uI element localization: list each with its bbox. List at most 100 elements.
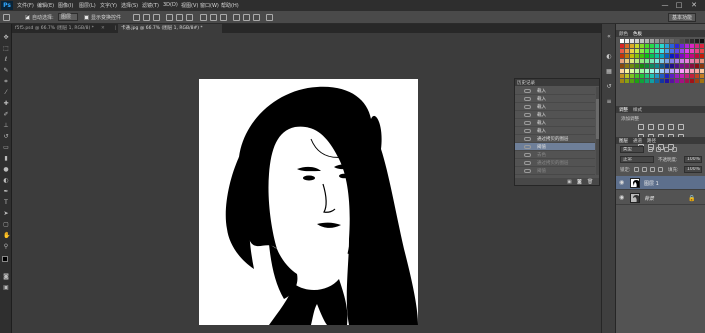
path-select-tool-icon[interactable]: ➤ bbox=[3, 211, 9, 217]
color-swatch[interactable] bbox=[670, 59, 674, 63]
move-tool-icon[interactable] bbox=[3, 14, 10, 21]
eye-icon[interactable]: ◉ bbox=[619, 195, 625, 201]
color-swatch[interactable] bbox=[665, 74, 669, 78]
close-icon[interactable]: ✕ bbox=[689, 1, 699, 9]
color-swatch[interactable] bbox=[655, 54, 659, 58]
color-swatch[interactable] bbox=[620, 79, 624, 83]
eraser-tool-icon[interactable]: ▭ bbox=[3, 145, 9, 151]
color-swatch[interactable] bbox=[690, 39, 694, 43]
history-item[interactable]: 载入 bbox=[515, 87, 595, 95]
color-swatch[interactable] bbox=[695, 44, 699, 48]
gradient-tool-icon[interactable]: ▮ bbox=[3, 156, 9, 162]
color-swatch[interactable] bbox=[660, 49, 664, 53]
color-swatch[interactable] bbox=[635, 39, 639, 43]
color-swatch[interactable] bbox=[645, 54, 649, 58]
menu-file[interactable]: 文件(F) bbox=[17, 2, 34, 9]
zoom-tool-icon[interactable]: ⚲ bbox=[3, 244, 9, 250]
color-swatch[interactable] bbox=[660, 54, 664, 58]
color-swatch[interactable] bbox=[700, 54, 704, 58]
color-swatch[interactable] bbox=[690, 49, 694, 53]
color-swatch[interactable] bbox=[635, 69, 639, 73]
color-swatch[interactable] bbox=[670, 44, 674, 48]
color-swatch[interactable] bbox=[660, 64, 664, 68]
distribute-center-icon[interactable] bbox=[243, 14, 250, 21]
color-swatch[interactable] bbox=[665, 79, 669, 83]
color-swatch[interactable] bbox=[695, 79, 699, 83]
color-swatch[interactable] bbox=[685, 74, 689, 78]
tab-swatches[interactable]: 色板 bbox=[633, 31, 642, 37]
color-swatch[interactable] bbox=[645, 49, 649, 53]
color-swatch[interactable] bbox=[700, 59, 704, 63]
color-swatch[interactable] bbox=[630, 54, 634, 58]
color-swatch[interactable] bbox=[650, 79, 654, 83]
color-swatch[interactable] bbox=[675, 79, 679, 83]
auto-select-checkbox[interactable] bbox=[25, 13, 30, 20]
color-swatch[interactable] bbox=[620, 39, 624, 43]
color-swatch[interactable] bbox=[620, 59, 624, 63]
brush-tool-icon[interactable]: ✐ bbox=[3, 112, 9, 118]
color-swatch[interactable] bbox=[640, 54, 644, 58]
color-swatch[interactable] bbox=[665, 69, 669, 73]
color-swatch[interactable] bbox=[650, 59, 654, 63]
color-swatch[interactable] bbox=[640, 64, 644, 68]
align-center-icon[interactable] bbox=[176, 14, 183, 21]
color-swatch[interactable] bbox=[630, 79, 634, 83]
color-swatch[interactable] bbox=[675, 59, 679, 63]
history-item[interactable]: 去色 bbox=[515, 151, 595, 159]
distribute-middle-icon[interactable] bbox=[210, 14, 217, 21]
lock-pixels-icon[interactable] bbox=[642, 167, 647, 172]
color-swatch[interactable] bbox=[660, 44, 664, 48]
color-swatch[interactable] bbox=[680, 64, 684, 68]
menu-edit[interactable]: 编辑(E) bbox=[37, 2, 54, 9]
color-swatch[interactable] bbox=[670, 64, 674, 68]
color-swatch[interactable] bbox=[635, 79, 639, 83]
exposure-icon[interactable] bbox=[668, 124, 674, 130]
color-swatch[interactable] bbox=[630, 69, 634, 73]
color-swatch[interactable] bbox=[645, 79, 649, 83]
layer-filter-kind-dropdown[interactable]: 类型 bbox=[620, 146, 644, 153]
filter-type-icon[interactable] bbox=[664, 147, 669, 152]
quick-select-tool-icon[interactable]: ✎ bbox=[3, 68, 9, 74]
color-swatch[interactable] bbox=[620, 74, 624, 78]
minimize-icon[interactable]: — bbox=[660, 1, 670, 9]
tab-paths[interactable]: 路径 bbox=[647, 138, 656, 144]
history-item[interactable]: 通过拷贝的图层 bbox=[515, 135, 595, 143]
brightness-contrast-icon[interactable] bbox=[638, 124, 644, 130]
color-swatch[interactable] bbox=[660, 39, 664, 43]
color-swatch[interactable] bbox=[660, 79, 664, 83]
color-swatch[interactable] bbox=[675, 44, 679, 48]
swatches-panel-icon[interactable]: ▦ bbox=[606, 69, 612, 75]
color-swatch[interactable] bbox=[690, 64, 694, 68]
color-swatch[interactable] bbox=[635, 44, 639, 48]
color-swatch[interactable] bbox=[625, 69, 629, 73]
color-swatch[interactable] bbox=[655, 44, 659, 48]
color-swatch[interactable] bbox=[635, 49, 639, 53]
color-swatch[interactable] bbox=[695, 59, 699, 63]
crop-tool-icon[interactable]: ⌗ bbox=[3, 79, 9, 85]
color-swatch[interactable] bbox=[655, 74, 659, 78]
color-swatch[interactable] bbox=[695, 74, 699, 78]
color-swatch[interactable] bbox=[670, 74, 674, 78]
distribute-right-icon[interactable] bbox=[253, 14, 260, 21]
color-swatch[interactable] bbox=[650, 64, 654, 68]
color-swatch[interactable] bbox=[690, 54, 694, 58]
color-swatch[interactable] bbox=[655, 69, 659, 73]
color-swatch[interactable] bbox=[620, 49, 624, 53]
move-tool-icon[interactable]: ✥ bbox=[3, 35, 9, 41]
color-swatch[interactable] bbox=[670, 54, 674, 58]
menu-select[interactable]: 选择(S) bbox=[121, 2, 138, 9]
curves-icon[interactable] bbox=[658, 124, 664, 130]
opacity-input[interactable]: 100% bbox=[684, 156, 702, 163]
menu-image[interactable]: 图像(I) bbox=[58, 2, 73, 9]
color-swatch[interactable] bbox=[645, 44, 649, 48]
color-swatch[interactable] bbox=[625, 79, 629, 83]
color-swatch[interactable] bbox=[685, 39, 689, 43]
history-item[interactable]: 载入 bbox=[515, 95, 595, 103]
pen-tool-icon[interactable]: ✒ bbox=[3, 189, 9, 195]
color-swatch[interactable] bbox=[640, 74, 644, 78]
history-brush-tool-icon[interactable]: ↺ bbox=[3, 134, 9, 140]
history-scrollbar-thumb[interactable] bbox=[596, 99, 599, 139]
color-swatch[interactable] bbox=[625, 49, 629, 53]
color-swatch[interactable] bbox=[655, 64, 659, 68]
menu-3d[interactable]: 3D(D) bbox=[163, 2, 178, 8]
